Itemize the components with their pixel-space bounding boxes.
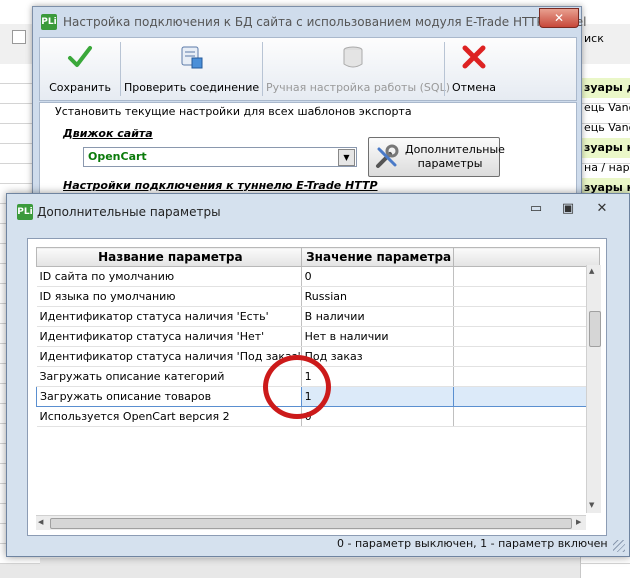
column-header-name[interactable]: Название параметра (36, 247, 302, 267)
parameter-name-cell[interactable]: Загружать описание категорий (36, 366, 302, 387)
column-header-empty (452, 247, 600, 267)
empty-cell (452, 386, 600, 407)
empty-cell (453, 406, 600, 427)
column-header-value[interactable]: Значение параметра (300, 247, 454, 267)
toolbar-separator (262, 42, 263, 96)
parameter-name-cell[interactable]: ID сайта по умолчанию (36, 266, 302, 287)
horizontal-scrollbar[interactable]: ◀ ▶ (36, 515, 586, 530)
window-title: Дополнительные параметры (37, 205, 221, 219)
close-button[interactable]: ✕ (539, 8, 579, 28)
parameter-name-cell[interactable]: Идентификатор статуса наличия 'Под заказ… (36, 346, 302, 367)
vertical-scrollbar[interactable]: ▲ ▼ (586, 265, 601, 513)
scroll-left-icon[interactable]: ◀ (38, 518, 43, 526)
table-row[interactable]: Идентификатор статуса наличия 'Нет' Нет в… (36, 326, 600, 347)
database-icon (343, 46, 363, 68)
cancel-label: Отмена (451, 81, 497, 94)
extra-parameters-label: Дополнительные параметры (405, 143, 505, 170)
table-row[interactable]: ID сайта по умолчанию 0 (36, 266, 600, 287)
cancel-button[interactable]: Отмена (448, 38, 500, 100)
status-bar-text: 0 - параметр выключен, 1 - параметр вклю… (337, 537, 608, 550)
background-checkbox[interactable] (12, 30, 26, 44)
background-list-item: ець Vangu (584, 121, 630, 134)
annotation-circle (263, 355, 331, 419)
resize-grip-icon[interactable] (613, 540, 625, 552)
scrollbar-thumb[interactable] (589, 311, 601, 347)
manual-sql-label: Ручная настройка работы (SQL) (266, 81, 450, 94)
table-row[interactable]: ID языка по умолчанию Russian (36, 286, 600, 307)
manual-sql-button[interactable]: Ручная настройка работы (SQL) (266, 38, 450, 100)
red-x-icon (462, 45, 486, 69)
parameter-value-cell[interactable]: Нет в наличии (301, 326, 454, 347)
minimize-button[interactable]: ▭ (523, 200, 549, 218)
background-list-item: зуары дл (581, 78, 630, 98)
parameter-name-cell[interactable]: Идентификатор статуса наличия 'Нет' (36, 326, 302, 347)
empty-cell (453, 366, 600, 387)
scroll-down-icon[interactable]: ▼ (589, 501, 594, 509)
apply-to-all-templates-label[interactable]: Установить текущие настройки для всех ша… (55, 105, 412, 118)
tunnel-settings-label: Настройки подключения к туннелю E-Trade … (63, 179, 378, 192)
scroll-up-icon[interactable]: ▲ (589, 267, 594, 275)
background-search-label: иск (584, 32, 604, 45)
table-row[interactable]: Идентификатор статуса наличия 'Есть' В на… (36, 306, 600, 327)
scrollbar-thumb[interactable] (50, 518, 572, 529)
parameter-value-cell[interactable]: В наличии (301, 306, 454, 327)
parameter-value-cell[interactable]: 0 (301, 406, 454, 427)
window-titlebar[interactable]: PLi Настройка подключения к БД сайта с и… (33, 7, 587, 37)
parameter-value-cell[interactable]: Russian (301, 286, 454, 307)
parameter-name-cell[interactable]: Загружать описание товаров (36, 386, 302, 407)
empty-cell (453, 286, 600, 307)
maximize-button[interactable]: ▣ (555, 200, 581, 218)
check-connection-label: Проверить соединение (124, 81, 260, 94)
table-header-row: Название параметра Значение параметра (36, 247, 600, 267)
close-button[interactable]: ✕ (589, 200, 615, 218)
engine-select-value: OpenCart (88, 150, 147, 163)
extra-parameters-button[interactable]: Дополнительные параметры (368, 137, 505, 177)
tools-icon (376, 144, 399, 168)
toolbar: Сохранить Проверить соединение Ручная на… (39, 37, 577, 101)
parameter-name-cell[interactable]: Идентификатор статуса наличия 'Есть' (36, 306, 302, 327)
toolbar-separator (444, 42, 445, 96)
app-logo-icon: PLi (17, 204, 33, 220)
save-button[interactable]: Сохранить (44, 38, 116, 100)
parameter-name-cell[interactable]: Используется OpenCart версия 2 (36, 406, 302, 427)
connection-settings-window: PLi Настройка подключения к БД сайта с и… (32, 6, 587, 208)
save-label: Сохранить (49, 81, 111, 94)
parameter-name-cell[interactable]: ID языка по умолчанию (36, 286, 302, 307)
empty-cell (453, 306, 600, 327)
engine-select[interactable]: OpenCart ▼ (83, 147, 357, 167)
check-connection-button[interactable]: Проверить соединение (124, 38, 260, 100)
empty-cell (453, 346, 600, 367)
database-check-icon (181, 46, 203, 69)
engine-label: Движок сайта (63, 127, 153, 140)
background-list-item: на / нарізк (584, 161, 630, 174)
toolbar-separator (120, 42, 121, 96)
background-list-item: зуары к н (581, 138, 630, 158)
empty-cell (453, 326, 600, 347)
scroll-right-icon[interactable]: ▶ (576, 518, 581, 526)
empty-cell (453, 266, 600, 287)
checkmark-icon (68, 46, 92, 67)
app-logo-icon: PLi (41, 14, 57, 30)
parameter-value-cell[interactable]: Под заказ (301, 346, 454, 367)
chevron-down-icon[interactable]: ▼ (338, 149, 355, 166)
background-list-item: ець Vangu (584, 101, 630, 114)
window-title: Настройка подключения к БД сайта с испол… (63, 15, 587, 29)
parameter-value-cell[interactable]: 0 (301, 266, 454, 287)
